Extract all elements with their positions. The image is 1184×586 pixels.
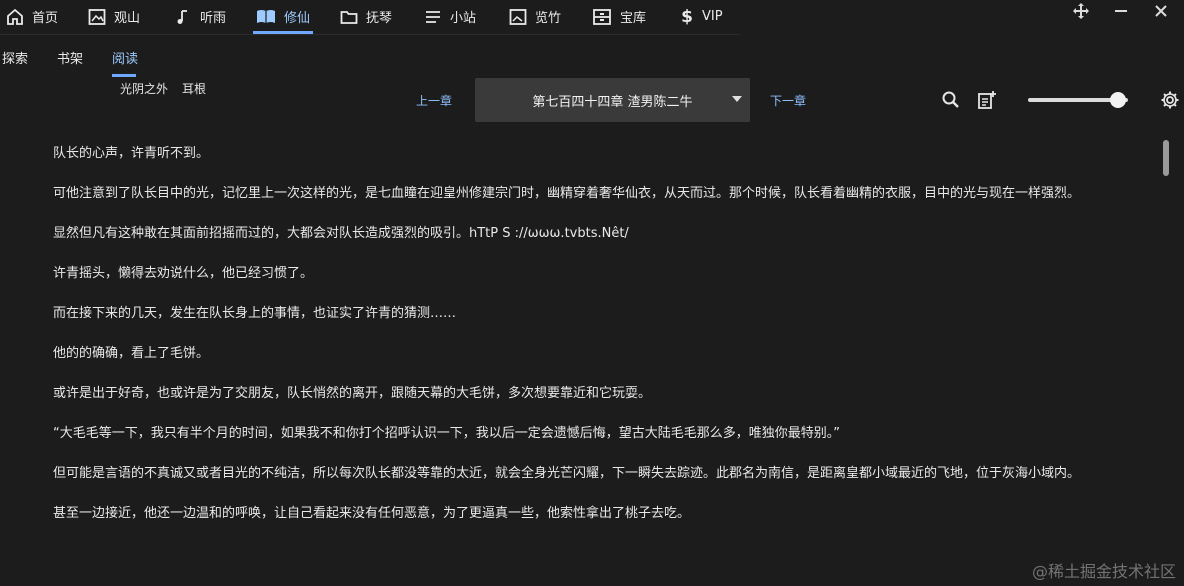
close-icon[interactable] [1152,2,1170,20]
picture-icon [509,8,527,26]
paragraph: 队长的心声，许青听不到。 [53,146,210,161]
chevron-down-icon [732,96,742,102]
nav-item-label: 观山 [114,11,141,26]
add-note-icon[interactable] [977,90,997,110]
chapter-title: 第七百四十四章 渣男陈二牛 [532,94,693,110]
top-nav: 首页 观山 听雨 修仙 抚琴 小站 览竹 宝库 $ VIP [0,0,740,33]
gear-icon[interactable] [1160,90,1180,110]
minimize-icon[interactable] [1112,2,1130,20]
nav-item-home[interactable]: 首页 [6,0,58,33]
folder-icon [340,8,358,26]
tab-reading[interactable]: 阅读 [112,48,138,67]
image-frame-icon [88,8,106,26]
chapter-content: 队长的心声，许青听不到。 可他注意到了队长目中的光，记忆里上一次这样的光，是七血… [53,143,1167,543]
paragraph: 显然但凡有这种敢在其面前招摇而过的，大都会对队长造成强烈的吸引。hTtP S :… [53,226,629,241]
paragraph: 甚至一边接近，他还一边温和的呼唤，让自己看起来没有任何恶意，为了更逼真一些，他索… [53,506,691,521]
nav-item-label: 抚琴 [366,11,393,26]
paragraph: 许青摇头，懒得去劝说什么，他已经习惯了。 [53,266,314,281]
search-icon[interactable] [941,90,961,110]
paragraph: 而在接下来的几天，发生在队长身上的事情，也证实了许青的猜测…… [53,306,457,321]
tab-explore[interactable]: 探索 [2,48,28,67]
nav-item-label: 修仙 [284,11,311,26]
next-chapter-button[interactable]: 下一章 [770,92,806,109]
nav-item-label: VIP [702,9,723,24]
watermark: @稀土掘金技术社区 [1031,562,1176,581]
prev-chapter-button[interactable]: 上一章 [416,92,452,109]
paragraph: 他的的确确，看上了毛饼。 [53,346,210,361]
paragraph: 但可能是言语的不真诚又或者目光的不纯洁，所以每次队长都没等靠的太近，就会全身光芒… [53,466,1081,481]
scrollbar[interactable] [1163,140,1169,176]
tab-bookshelf[interactable]: 书架 [57,48,83,67]
brightness-slider[interactable] [1028,92,1138,108]
nav-item-qin[interactable]: 抚琴 [340,0,392,33]
menu-lines-icon [424,8,442,26]
book-title: 光阴之外 [120,82,169,96]
dollar-icon: $ [681,6,693,27]
nav-divider [0,34,740,35]
nav-item-label: 听雨 [200,11,227,26]
home-icon [6,8,24,26]
open-book-icon [256,8,276,26]
book-author: 耳根 [182,82,207,96]
nav-item-rain[interactable]: 听雨 [174,0,226,33]
move-icon[interactable] [1072,2,1090,20]
music-note-icon [174,8,192,26]
chapter-select[interactable]: 第七百四十四章 渣男陈二牛 [475,78,750,122]
archive-icon [592,8,612,26]
nav-item-label: 小站 [450,11,477,26]
nav-item-station[interactable]: 小站 [424,0,476,33]
nav-item-label: 宝库 [620,11,647,26]
nav-item-label: 览竹 [535,11,562,26]
window-controls [1072,0,1184,22]
paragraph: “大毛毛等一下，我只有半个月的时间，如果我不和你打个招呼认识一下，我以后一定会遗… [53,426,840,441]
nav-item-mountain[interactable]: 观山 [88,0,140,33]
paragraph: 可他注意到了队长目中的光，记忆里上一次这样的光，是七血瞳在迎皇州修建宗门时，幽精… [53,186,1081,201]
slider-knob[interactable] [1110,92,1126,108]
nav-item-vip[interactable]: $ VIP [680,0,723,33]
paragraph: 或许是出于好奇，也或许是为了交朋友，队长悄然的离开，跟随天幕的大毛饼，多次想要靠… [53,386,652,401]
nav-item-treasury[interactable]: 宝库 [592,0,646,33]
nav-item-label: 首页 [32,11,59,26]
tab-active-indicator [112,74,136,77]
nav-item-bamboo[interactable]: 览竹 [509,0,561,33]
nav-item-cultivate[interactable]: 修仙 [256,0,310,33]
